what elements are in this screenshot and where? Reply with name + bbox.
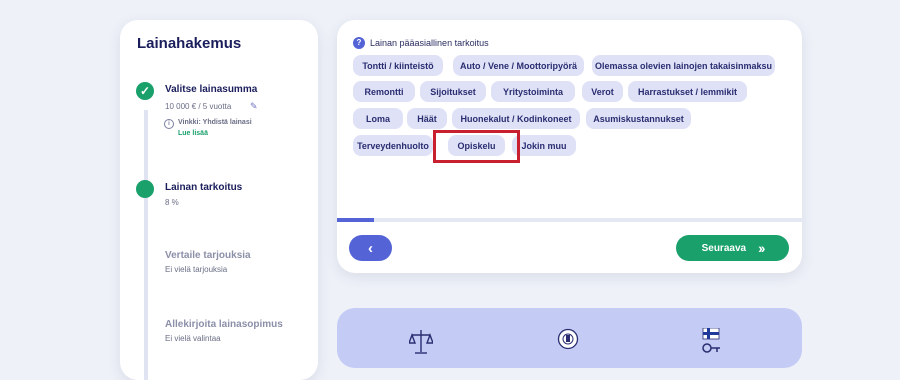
step-sub-purpose: 8 %: [165, 198, 179, 207]
next-label: Seuraava: [701, 242, 747, 254]
step-title-purpose: Lainan tarkoitus: [165, 182, 243, 193]
selection-highlight: [433, 130, 520, 163]
option-chip[interactable]: Tontti / kiinteistö: [353, 55, 443, 76]
step-title-compare: Vertaile tarjouksia: [165, 250, 251, 261]
option-chip[interactable]: Auto / Vene / Moottoripyörä: [453, 55, 584, 76]
option-chip[interactable]: Harrastukset / lemmikit: [628, 81, 747, 102]
option-chip[interactable]: Sijoitukset: [420, 81, 486, 102]
next-button[interactable]: Seuraava ››: [676, 235, 789, 261]
tip-text: Vinkki: Yhdistä lainasi: [178, 119, 252, 126]
active-step-dot: [136, 180, 154, 198]
edit-icon[interactable]: ✎: [250, 101, 258, 112]
option-chip[interactable]: Jokin muu: [512, 135, 576, 156]
help-icon[interactable]: ?: [353, 37, 365, 49]
option-chip[interactable]: Huonekalut / Kodinkoneet: [452, 108, 580, 129]
step-title-sign: Allekirjoita lainasopimus: [165, 319, 283, 330]
check-icon: ✓: [136, 82, 154, 100]
option-chip[interactable]: Häät: [407, 108, 447, 129]
step-sub-compare: Ei vielä tarjouksia: [165, 265, 228, 274]
double-chevron-right-icon: ››: [758, 240, 765, 256]
option-chip[interactable]: Loma: [353, 108, 403, 129]
steps-sidebar: Lainahakemus ✓ Valitse lainasumma 10 000…: [120, 20, 318, 380]
read-more-link[interactable]: Lue lisää: [178, 130, 208, 137]
seal-icon: [557, 328, 579, 350]
progress-fill: [337, 218, 375, 222]
chevron-left-icon: ‹: [368, 239, 373, 257]
option-chip[interactable]: Asumiskustannukset: [586, 108, 691, 129]
progress-line: [144, 110, 148, 380]
trust-badges: [337, 308, 802, 368]
back-button[interactable]: ‹: [349, 235, 392, 261]
question-label: Lainan pääasiallinen tarkoitus: [370, 38, 489, 48]
step-title-amount[interactable]: Valitse lainasumma: [165, 84, 257, 95]
progress-track: [337, 218, 802, 222]
option-chip[interactable]: Olemassa olevien lainojen takaisinmaksu: [592, 55, 775, 76]
step-sub-sign: Ei vielä valintaa: [165, 334, 221, 343]
scales-icon: [409, 330, 433, 354]
option-chip[interactable]: Verot: [582, 81, 623, 102]
option-chip[interactable]: Terveydenhuolto: [353, 135, 433, 156]
finnish-flag-key-icon: [702, 328, 720, 353]
loan-purpose-card: ? Lainan pääasiallinen tarkoitus Tontti …: [337, 20, 802, 273]
option-chip[interactable]: Yritystoiminta: [491, 81, 575, 102]
sidebar-title: Lainahakemus: [137, 35, 242, 52]
option-chip[interactable]: Remontti: [353, 81, 415, 102]
step-sub-amount: 10 000 € / 5 vuotta: [165, 102, 232, 111]
info-icon: i: [164, 119, 174, 129]
